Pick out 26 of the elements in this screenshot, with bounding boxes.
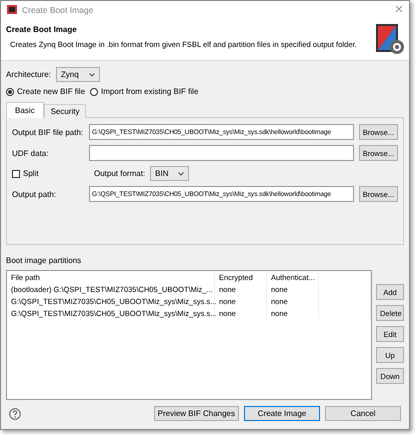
footer-button[interactable]: Preview BIF Changes xyxy=(154,406,239,421)
radio-label: Create new BIF file xyxy=(17,87,86,96)
footer-button[interactable]: Create Image xyxy=(244,406,320,421)
architecture-label: Architecture: xyxy=(6,70,51,79)
field-label: Output path: xyxy=(12,190,58,198)
radio-label: Import from existing BIF file xyxy=(101,87,198,96)
section-title: Boot image partitions xyxy=(6,256,82,265)
caret-icon xyxy=(178,172,184,176)
footer-button[interactable]: Cancel xyxy=(325,406,401,421)
tab[interactable]: Security xyxy=(44,104,86,118)
input-field[interactable] xyxy=(89,145,354,161)
field-label: UDF data: xyxy=(12,148,50,158)
architecture-dropdown[interactable]: Zynq xyxy=(56,67,100,82)
field-label: Output BIF file path: xyxy=(12,128,84,136)
output-format-dropdown[interactable]: BIN xyxy=(150,166,190,181)
window-title: Create Boot Image xyxy=(22,4,94,15)
radio-button[interactable] xyxy=(6,88,14,96)
tab[interactable]: Basic xyxy=(6,102,44,118)
app-icon xyxy=(7,5,17,14)
help-icon[interactable] xyxy=(9,408,21,420)
header-title: Create Boot Image xyxy=(6,24,78,34)
checkbox-label: Split xyxy=(23,169,39,178)
radio-button[interactable] xyxy=(90,88,98,96)
caret-icon xyxy=(88,72,95,76)
output-format-label: Output format: xyxy=(94,169,146,178)
split-checkbox[interactable] xyxy=(12,170,20,178)
